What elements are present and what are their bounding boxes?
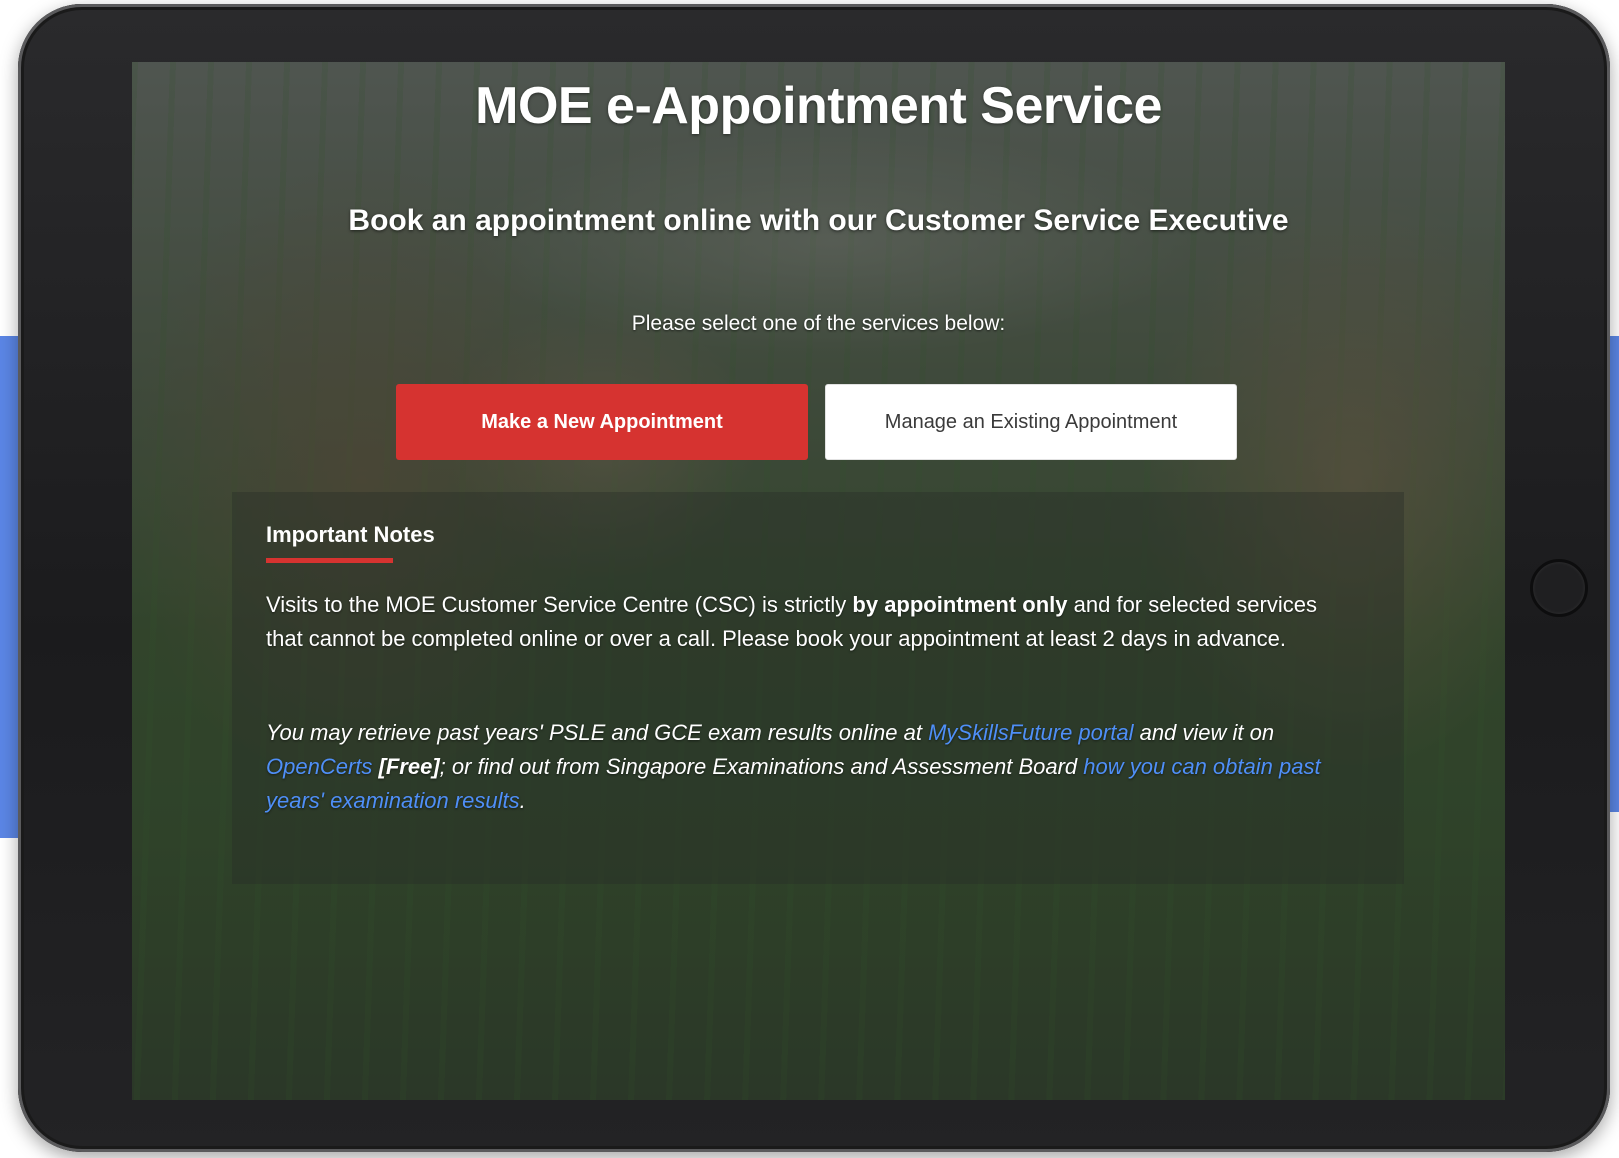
manage-existing-appointment-button[interactable]: Manage an Existing Appointment: [825, 384, 1237, 460]
myskillsfuture-portal-link[interactable]: MySkillsFuture portal: [928, 720, 1133, 745]
appointment-only-note: Visits to the MOE Customer Service Centr…: [266, 588, 1356, 656]
page-title: MOE e-Appointment Service: [475, 77, 1162, 135]
tablet-screen: MOE e-Appointment Service Book an appoin…: [132, 62, 1505, 1100]
make-new-appointment-button[interactable]: Make a New Appointment: [396, 384, 808, 460]
page-subtitle: Book an appointment online with our Cust…: [348, 204, 1289, 237]
note2-text-2: and view it on: [1133, 720, 1275, 745]
important-notes-heading: Important Notes: [266, 522, 435, 547]
note2-text-5: .: [519, 788, 526, 813]
opencerts-link[interactable]: OpenCerts: [266, 754, 372, 779]
note2-text-1: You may retrieve past years' PSLE and GC…: [266, 720, 929, 745]
free-bold-text: [Free]: [378, 754, 440, 779]
make-new-appointment-label: Make a New Appointment: [481, 410, 723, 433]
note1-bold-text: by appointment only: [852, 592, 1068, 617]
tablet-home-button: [1530, 559, 1588, 617]
manage-existing-appointment-label: Manage an Existing Appointment: [884, 410, 1178, 433]
important-notes-panel: Important Notes Visits to the MOE Custom…: [232, 492, 1404, 884]
heading-underline: [266, 558, 393, 563]
exam-results-note: You may retrieve past years' PSLE and GC…: [266, 716, 1356, 818]
note1-text-before: Visits to the MOE Customer Service Centr…: [266, 592, 853, 617]
service-select-prompt: Please select one of the services below:: [631, 312, 1006, 335]
note2-text-4: ; or find out from Singapore Examination…: [439, 754, 1084, 779]
